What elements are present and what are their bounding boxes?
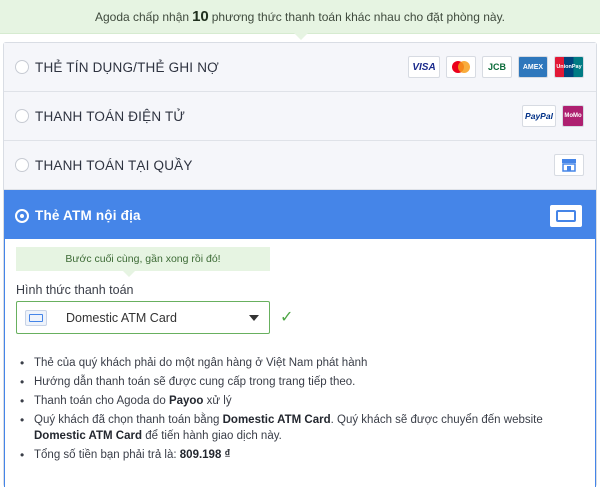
list-item: Thẻ của quý khách phải do một ngân hàng … xyxy=(17,355,587,371)
list-item: Thanh toán cho Agoda do Payoo xử lý xyxy=(17,393,587,409)
method-label: THANH TOÁN TẠI QUẦY xyxy=(35,157,193,173)
paypal-logo: PayPal xyxy=(522,105,556,127)
momo-logo: MoMo xyxy=(562,105,584,127)
payment-type-select[interactable]: Domestic ATM Card xyxy=(16,301,270,334)
selected-option: Domestic ATM Card xyxy=(66,310,177,325)
store-icon xyxy=(554,154,584,176)
payment-methods-list: THẺ TÍN DỤNG/THẺ GHI NỢ VISA JCB AMEX Un… xyxy=(3,42,597,487)
mastercard-logo xyxy=(446,56,476,78)
radio-domestic-atm[interactable] xyxy=(15,208,29,223)
method-label: THẺ TÍN DỤNG/THẺ GHI NỢ xyxy=(35,59,219,75)
list-item: Tổng số tiền bạn phải trả là: 809.198 ₫ xyxy=(17,447,587,463)
step-pointer xyxy=(123,271,135,277)
amex-logo: AMEX xyxy=(518,56,548,78)
notice-pointer xyxy=(294,33,308,40)
list-item: Hướng dẫn thanh toán sẽ được cung cấp tr… xyxy=(17,374,587,390)
processor-name: Payoo xyxy=(168,395,204,407)
notice-prefix: Agoda chấp nhận xyxy=(94,9,190,24)
card-logos: VISA JCB AMEX UnionPay xyxy=(408,56,584,78)
method-label: Thẻ ATM nội địa xyxy=(35,208,141,223)
unionpay-logo: UnionPay xyxy=(554,56,584,78)
method-counter[interactable]: THANH TOÁN TẠI QUẦY xyxy=(4,141,596,190)
counter-logos xyxy=(554,154,584,176)
method-credit-card[interactable]: THẺ TÍN DỤNG/THẺ GHI NỢ VISA JCB AMEX Un… xyxy=(4,43,596,92)
payment-methods-notice: Agoda chấp nhận 10 phương thức thanh toá… xyxy=(0,0,600,34)
notice-suffix: phương thức thanh toán khác nhau cho đặt… xyxy=(211,9,506,24)
atm-card-icon xyxy=(25,309,47,326)
radio-credit-card[interactable] xyxy=(15,60,29,74)
payment-info-list: Thẻ của quý khách phải do một ngân hàng … xyxy=(17,355,587,466)
card-icon xyxy=(550,204,582,227)
radio-e-wallet[interactable] xyxy=(15,109,29,123)
jcb-logo: JCB xyxy=(482,56,512,78)
check-icon: ✓ xyxy=(280,309,294,326)
method-label: THANH TOÁN ĐIỆN TỬ xyxy=(35,108,186,124)
visa-logo: VISA xyxy=(408,56,440,78)
total-amount: 809.198 ₫ xyxy=(179,449,231,461)
list-item: Quý khách đã chọn thanh toán bằng Domest… xyxy=(17,412,587,444)
step-message: Bước cuối cùng, gần xong rồi đó! xyxy=(16,247,270,271)
radio-counter[interactable] xyxy=(15,158,29,172)
notice-count: 10 xyxy=(192,8,209,25)
wallet-logos: PayPal MoMo xyxy=(522,105,584,127)
atm-details-panel: Bước cuối cùng, gần xong rồi đó! Hình th… xyxy=(4,239,596,487)
payment-type-label: Hình thức thanh toán xyxy=(16,283,134,297)
method-domestic-atm[interactable]: Thẻ ATM nội địa xyxy=(4,190,596,241)
method-e-wallet[interactable]: THANH TOÁN ĐIỆN TỬ PayPal MoMo xyxy=(4,92,596,141)
chevron-down-icon[interactable] xyxy=(249,315,259,321)
